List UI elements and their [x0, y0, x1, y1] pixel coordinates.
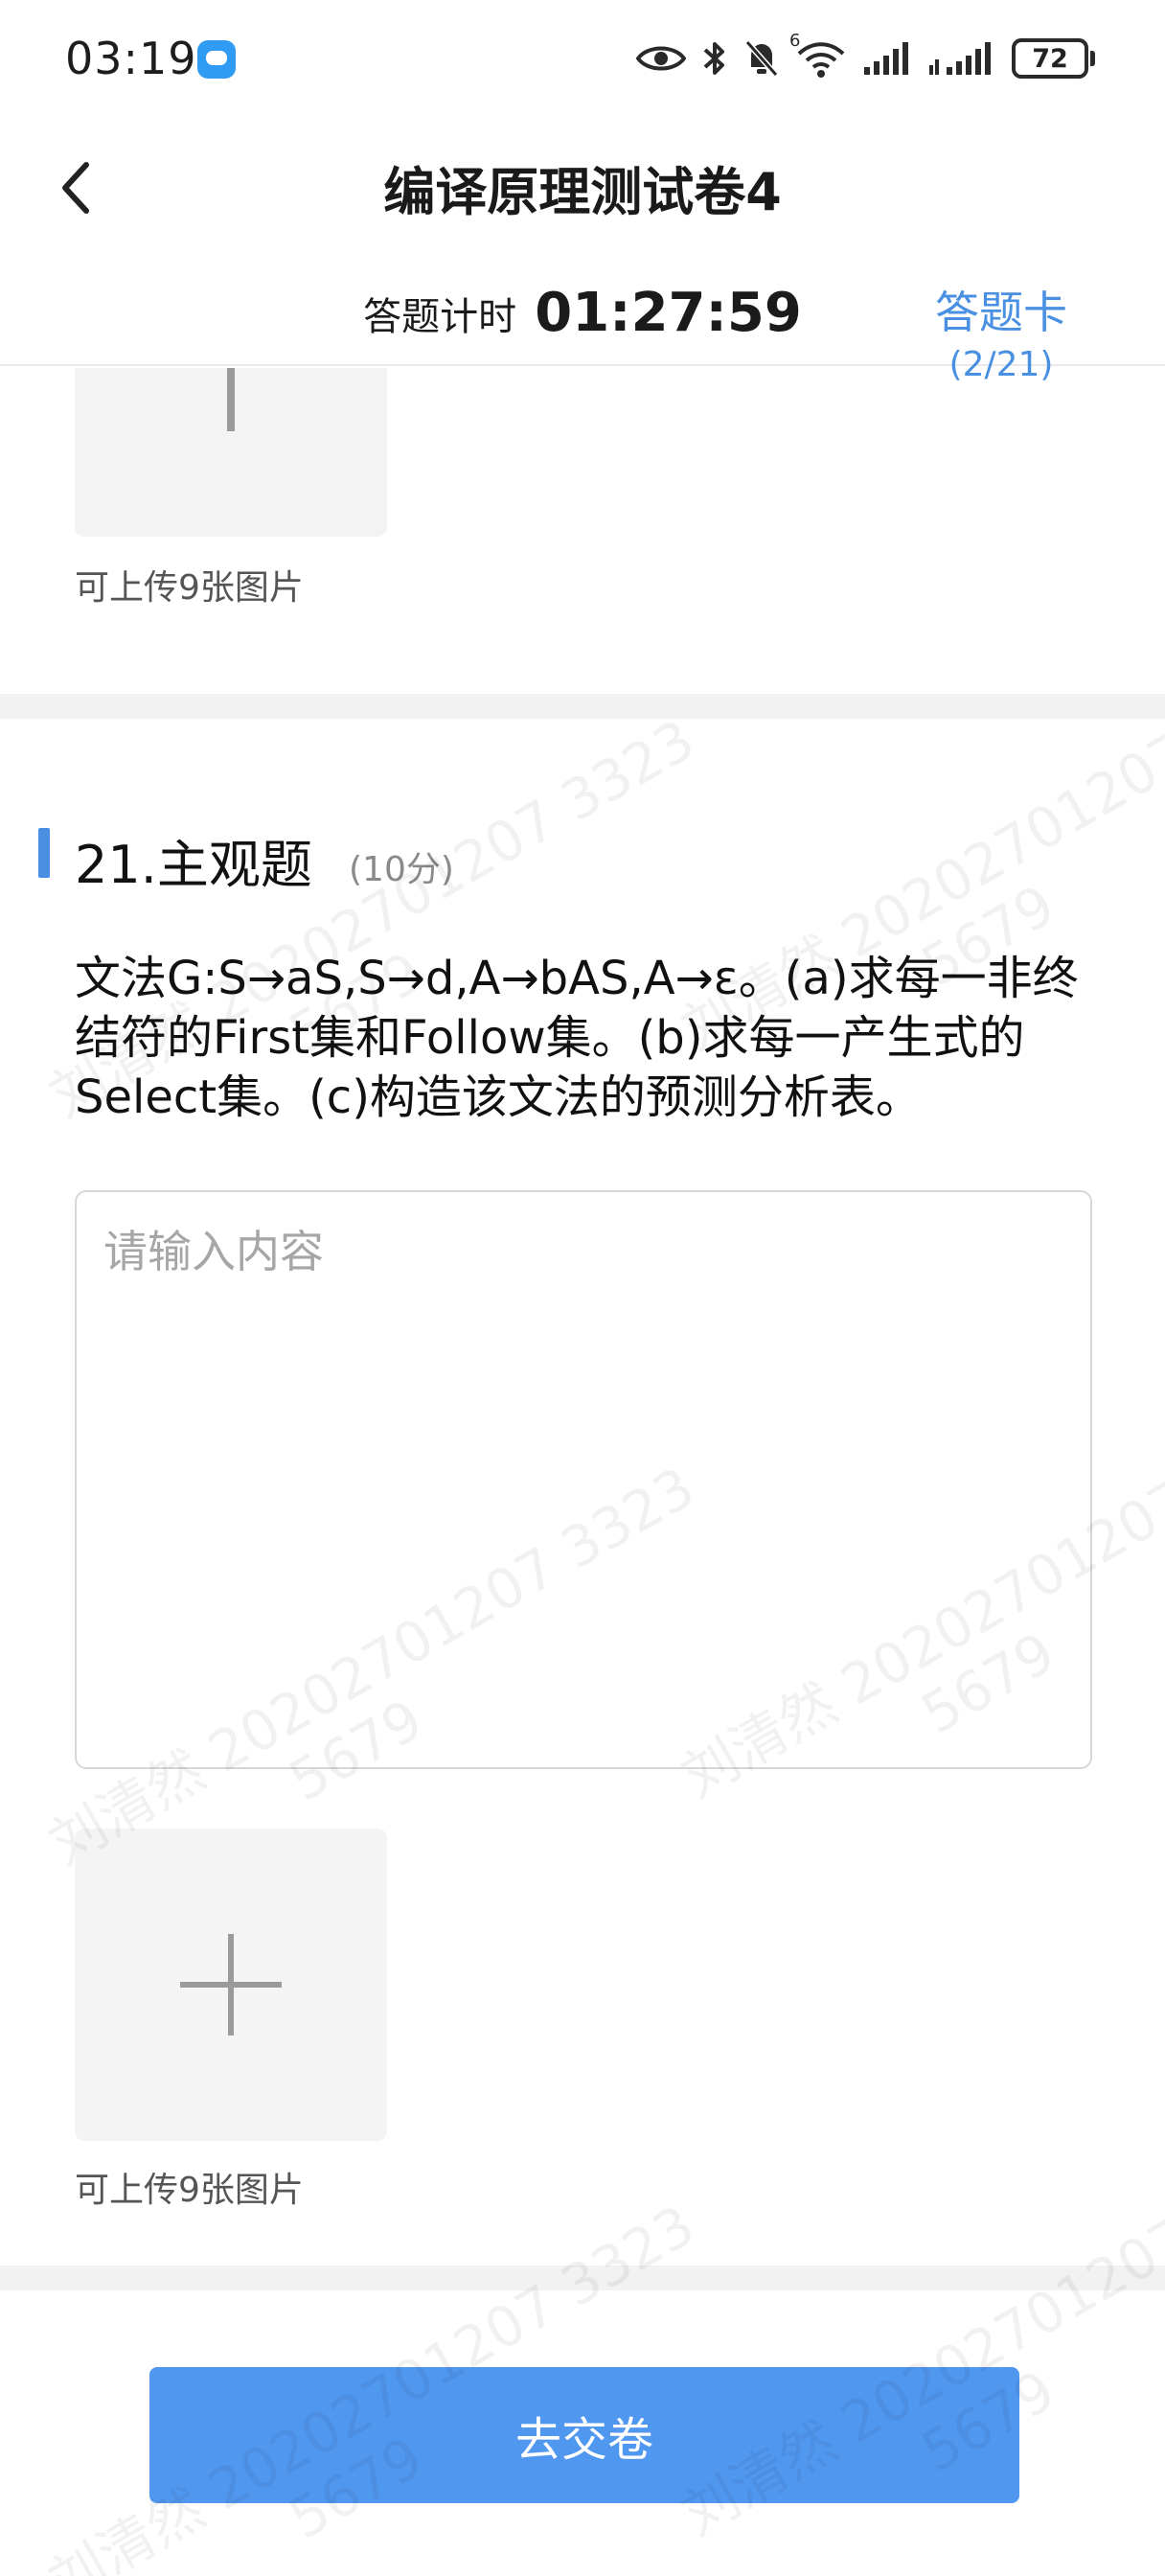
previous-upload-tile[interactable]	[75, 368, 387, 537]
status-bar: 03:19 6 72	[0, 0, 1165, 117]
page-title: 编译原理测试卷4	[383, 162, 782, 222]
plus-icon-vertical	[228, 1934, 234, 2036]
status-icons: 6 72	[636, 31, 1096, 82]
upload-image-button[interactable]	[75, 1828, 387, 2141]
upload-hint: 可上传9张图片	[75, 2171, 304, 2210]
section-separator	[0, 694, 1165, 719]
eye-icon	[636, 46, 686, 71]
answer-card-button[interactable]: 答题卡 (2/21)	[935, 278, 1067, 384]
question-title: 21.主观题	[75, 835, 312, 895]
signal-icon-1	[864, 42, 908, 75]
question-score: (10分)	[349, 850, 454, 889]
muted-bell-icon	[744, 40, 779, 77]
timer-label: 答题计时	[363, 294, 517, 339]
question-accent-bar	[38, 828, 50, 878]
bluetooth-icon	[703, 42, 724, 75]
battery-icon: 72	[1012, 38, 1095, 79]
answer-input[interactable]	[75, 1190, 1092, 1769]
timer-value: 01:27:59	[535, 282, 802, 344]
plus-icon	[227, 368, 235, 431]
header: 编译原理测试卷4 答题计时 01:27:59 答题卡 (2/21)	[0, 117, 1165, 384]
watermark: 刘清然 20202701207 3323 5679	[671, 2126, 1165, 2576]
wifi-6-label: 6	[789, 31, 801, 51]
section-separator-bottom	[0, 2266, 1165, 2290]
watermark-id: 20202701207 3323	[830, 640, 1165, 971]
previous-upload-hint: 可上传9张图片	[75, 568, 304, 608]
chat-notification-icon	[197, 40, 236, 79]
exam-page: 03:19 6 72 编译原理测试卷4 答题计时 01:27:59 答题卡 (2…	[0, 0, 1165, 2576]
answer-card-count: (2/21)	[948, 345, 1054, 384]
submit-exam-button[interactable]: 去交卷	[149, 2367, 1019, 2503]
question-body: 文法G:S→aS,S→d,A→bAS,A→ε。(a)求每一非终结符的First集…	[75, 952, 1079, 1124]
signal-icon-2	[929, 42, 991, 75]
answer-card-label: 答题卡	[935, 287, 1067, 338]
status-time: 03:19	[65, 33, 197, 84]
battery-level: 72	[1032, 43, 1068, 74]
wifi-icon: 6	[789, 31, 847, 79]
